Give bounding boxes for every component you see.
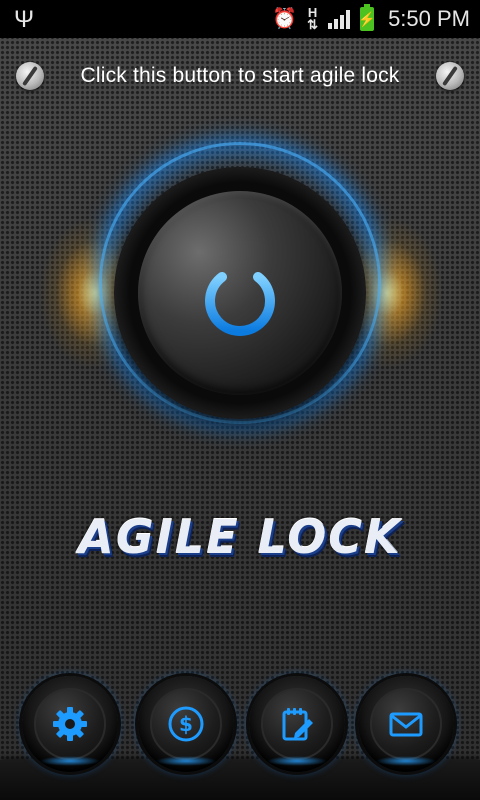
screw-icon-right [436, 62, 464, 90]
network-type-indicator: H ⇅ [307, 6, 319, 32]
screw-icon-left [16, 62, 44, 90]
battery-charging-icon: ⚡ [358, 4, 376, 31]
signal-icon [328, 9, 351, 29]
dollar-button[interactable]: $ [138, 676, 234, 772]
app-title: AGILE LOCK [78, 510, 402, 564]
dollar-button-face: $ [150, 688, 222, 760]
data-arrows-icon: ⇅ [307, 17, 319, 32]
dollar-coin-icon: $ [168, 706, 204, 742]
notes-button[interactable] [249, 676, 345, 772]
settings-button-reflection [40, 756, 100, 766]
instruction-text: Click this button to start agile lock [80, 64, 400, 87]
mail-button-face [370, 688, 442, 760]
power-button[interactable] [114, 167, 366, 419]
mail-button[interactable] [358, 676, 454, 772]
power-icon [205, 248, 275, 336]
settings-button-face [34, 688, 106, 760]
notes-button-face [261, 688, 333, 760]
notes-button-reflection [267, 756, 327, 766]
usb-icon: Ψ [14, 6, 35, 33]
settings-button[interactable] [22, 676, 118, 772]
svg-text:$: $ [179, 712, 193, 736]
power-button-face [138, 191, 342, 395]
dollar-button-reflection [156, 756, 216, 766]
status-bar: Ψ ⏰ H ⇅ ⚡ 5:50 PM [0, 0, 480, 38]
settings-gear-icon [53, 707, 87, 741]
status-icons: ⏰ H ⇅ ⚡ 5:50 PM [272, 0, 470, 38]
clock: 5:50 PM [388, 6, 470, 31]
mail-envelope-icon [389, 712, 423, 737]
alarm-icon: ⏰ [272, 8, 298, 30]
mail-button-reflection [376, 756, 436, 766]
notepad-edit-icon [282, 708, 313, 741]
